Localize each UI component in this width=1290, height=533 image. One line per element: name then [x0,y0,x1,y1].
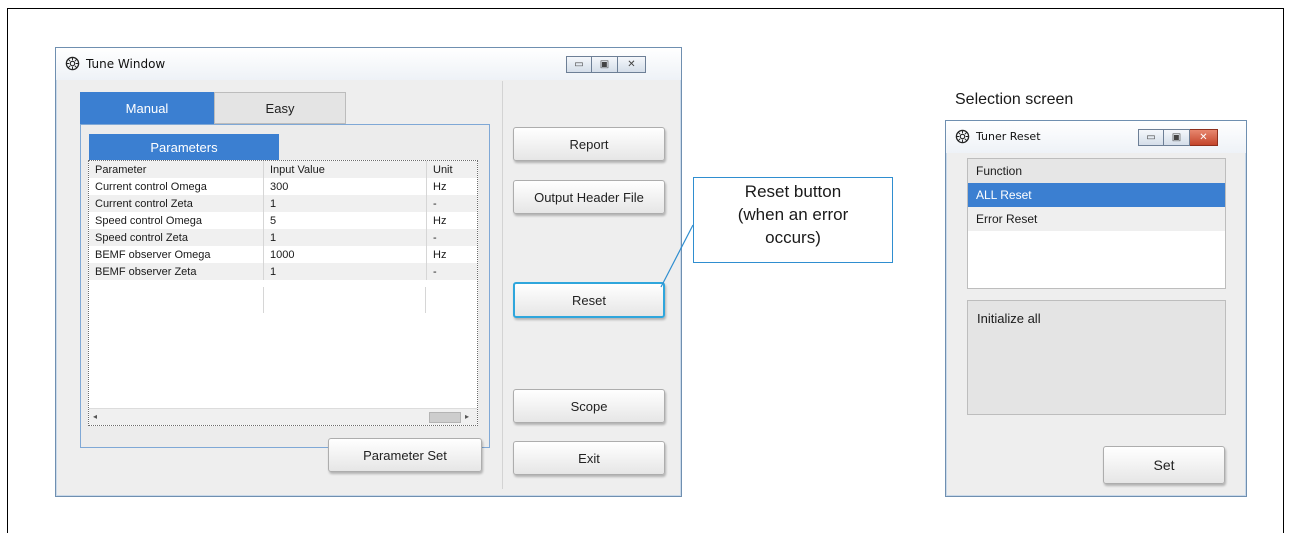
selection-screen-caption: Selection screen [955,91,1074,108]
minimize-icon[interactable]: ▭ [1138,129,1164,146]
maximize-icon[interactable]: ▣ [1164,129,1190,146]
reset-window-titlebar: Tuner Reset ▭ ▣ ✕ [946,121,1246,153]
list-item-all-reset[interactable]: ALL Reset [968,183,1225,207]
window-title: Tuner Reset [976,130,1041,143]
callout-line: Reset button [744,182,842,201]
function-list: Function ALL Reset Error Reset [967,158,1226,289]
tuner-reset-window: Tuner Reset ▭ ▣ ✕ Function ALL Reset Err… [945,120,1247,497]
window-controls: ▭ ▣ ✕ [1138,129,1218,146]
callout-line: (when an error [737,205,849,224]
callout-line: occurs) [765,228,821,247]
reset-button-callout: Reset button (when an error occurs) [693,177,893,263]
app-gear-icon [955,129,970,144]
list-item-error-reset[interactable]: Error Reset [968,207,1225,231]
close-icon[interactable]: ✕ [1190,129,1218,146]
function-description: Initialize all [967,300,1226,415]
function-list-header: Function [968,159,1225,183]
set-button[interactable]: Set [1103,446,1225,484]
